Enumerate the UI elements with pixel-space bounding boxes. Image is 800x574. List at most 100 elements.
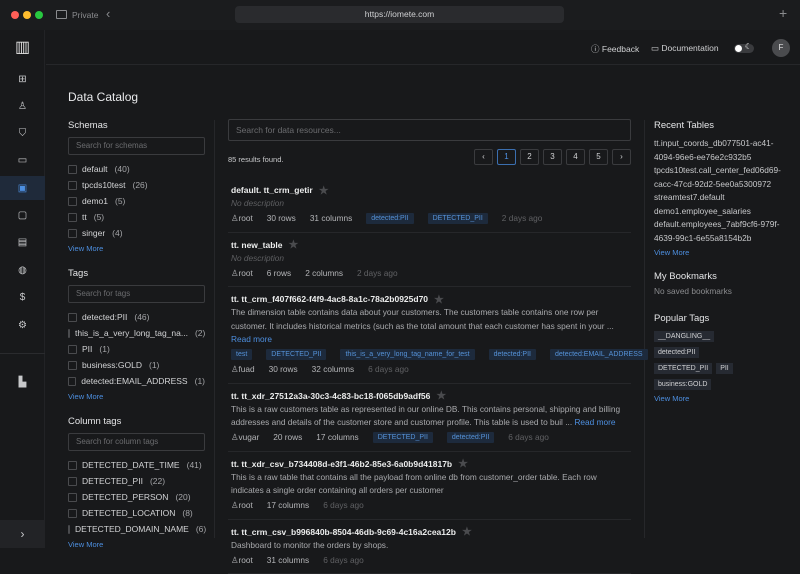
minimize-window-button[interactable] [23, 11, 31, 19]
sidebar-toggle-icon[interactable] [56, 10, 67, 19]
result-title[interactable]: default. tt_crm_getir ★ [231, 183, 628, 197]
column-tag-search-input[interactable]: Search for column tags [68, 433, 205, 451]
documentation-link[interactable]: ▭ Documentation [651, 43, 719, 54]
recent-table-link[interactable]: tt.input_coords_db077501-ac41-4094-96e6-… [654, 137, 794, 164]
checkbox[interactable] [68, 509, 77, 518]
star-icon[interactable]: ★ [462, 525, 472, 538]
result-title[interactable]: tt. new_table ★ [231, 238, 628, 252]
filter-checkbox-item[interactable]: tt(5) [68, 209, 205, 225]
recent-table-link[interactable]: demo1.employee_salaries [654, 205, 794, 219]
tag-search-input[interactable]: Search for tags [68, 285, 205, 303]
result-title[interactable]: tt. tt_xdr_csv_b734408d-e3f1-46b2-85e3-6… [231, 457, 628, 471]
popular-tag[interactable]: __DANGLING__ [654, 331, 714, 342]
recent-table-link[interactable]: default.employees_7abf9cf6-979f-4639-99c… [654, 218, 794, 245]
filter-checkbox-item[interactable]: DETECTED_LOCATION(8) [68, 505, 205, 521]
read-more-link[interactable]: Read more [574, 417, 615, 427]
recent-table-link[interactable]: streamtest7.default [654, 191, 794, 205]
tag-badge[interactable]: detected:EMAIL_ADDRESS [550, 349, 648, 360]
avatar[interactable]: F [772, 39, 790, 57]
checkbox[interactable] [68, 229, 77, 238]
checkbox[interactable] [68, 361, 77, 370]
recent-table-link[interactable]: tpcds10test.call_center_fed06d69-cacc-47… [654, 164, 794, 191]
checkbox[interactable] [68, 165, 77, 174]
filter-checkbox-item[interactable]: DETECTED_PERSON(20) [68, 489, 205, 505]
checkbox[interactable] [68, 493, 77, 502]
expand-sidebar-button[interactable]: › [0, 520, 45, 548]
tag-badge[interactable]: detected:PII [447, 432, 494, 443]
back-icon[interactable]: ‹ [106, 6, 110, 21]
pager-page[interactable]: 4 [566, 149, 585, 165]
filter-checkbox-item[interactable]: DETECTED_DOMAIN_NAME(6) [68, 521, 205, 537]
checkbox[interactable] [68, 329, 70, 338]
result-title-text[interactable]: tt. new_table [231, 240, 282, 250]
user-icon[interactable]: ♙ [0, 94, 45, 118]
star-icon[interactable]: ★ [436, 389, 446, 402]
filter-checkbox-item[interactable]: DETECTED_PII(22) [68, 473, 205, 489]
result-title-text[interactable]: default. tt_crm_getir [231, 185, 313, 195]
filter-checkbox-item[interactable]: detected:PII(46) [68, 309, 205, 325]
filter-checkbox-item[interactable]: demo1(5) [68, 193, 205, 209]
pager-page[interactable]: 3 [543, 149, 562, 165]
feedback-link[interactable]: ⓘ Feedback [591, 43, 639, 55]
pager-next[interactable]: › [612, 149, 631, 165]
result-title-text[interactable]: tt. tt_xdr_csv_b734408d-e3f1-46b2-85e3-6… [231, 459, 452, 469]
star-icon[interactable]: ★ [288, 238, 298, 251]
popular-view-more[interactable]: View More [654, 394, 794, 403]
pager-page[interactable]: 5 [589, 149, 608, 165]
monitor-icon[interactable]: ▭ [0, 148, 45, 172]
checkbox[interactable] [68, 461, 77, 470]
popular-tag[interactable]: detected:PII [654, 347, 699, 358]
read-more-link[interactable]: Read more [231, 334, 272, 344]
shield-icon[interactable]: ⛉ [0, 121, 45, 145]
popular-tag[interactable]: business:GOLD [654, 379, 711, 390]
chart-icon[interactable]: ▙ [0, 370, 45, 394]
schema-search-input[interactable]: Search for schemas [68, 137, 205, 155]
popular-tag[interactable]: PII [716, 363, 733, 374]
settings-icon[interactable]: ⚙ [0, 313, 45, 337]
tag-badge[interactable]: this_is_a_very_long_tag_name_for_test [340, 349, 474, 360]
result-title-text[interactable]: tt. tt_xdr_27512a3a-30c3-4c83-bc18-f065d… [231, 391, 430, 401]
result-title[interactable]: tt. tt_crm_csv_b996840b-8504-46db-9c69-4… [231, 525, 628, 539]
billing-icon[interactable]: $ [0, 285, 45, 309]
filter-checkbox-item[interactable]: this_is_a_very_long_tag_na...(2) [68, 325, 205, 341]
popular-tag[interactable]: DETECTED_PII [654, 363, 712, 374]
star-icon[interactable]: ★ [319, 184, 329, 197]
pager-page[interactable]: 2 [520, 149, 539, 165]
filter-checkbox-item[interactable]: default(40) [68, 161, 205, 177]
filter-checkbox-item[interactable]: business:GOLD(1) [68, 357, 205, 373]
maximize-window-button[interactable] [35, 11, 43, 19]
spark-icon[interactable]: ◍ [0, 258, 45, 282]
checkbox[interactable] [68, 477, 77, 486]
filter-checkbox-item[interactable]: tpcds10test(26) [68, 177, 205, 193]
checkbox[interactable] [68, 181, 77, 190]
result-title-text[interactable]: tt. tt_crm_csv_b996840b-8504-46db-9c69-4… [231, 527, 456, 537]
schemas-view-more[interactable]: View More [68, 244, 205, 253]
filter-checkbox-item[interactable]: DETECTED_DATE_TIME(41) [68, 457, 205, 473]
checkbox[interactable] [68, 197, 77, 206]
data-catalog-icon[interactable]: ▣ [0, 176, 45, 200]
result-title[interactable]: tt. tt_crm_f407f662-f4f9-4ac8-8a1c-78a2b… [231, 292, 628, 306]
filter-checkbox-item[interactable]: singer(4) [68, 225, 205, 241]
recent-view-more[interactable]: View More [654, 248, 794, 257]
checkbox[interactable] [68, 345, 77, 354]
editor-icon[interactable]: ▢ [0, 203, 45, 227]
new-tab-icon[interactable]: + [779, 5, 787, 21]
resource-search-input[interactable]: Search for data resources... [228, 119, 631, 141]
checkbox[interactable] [68, 313, 77, 322]
tag-badge[interactable]: DETECTED_PII [428, 213, 488, 224]
tag-badge[interactable]: test [231, 349, 252, 360]
tag-badge[interactable]: detected:PII [366, 213, 413, 224]
tags-view-more[interactable]: View More [68, 392, 205, 401]
tag-badge[interactable]: detected:PII [489, 349, 536, 360]
checkbox[interactable] [68, 213, 77, 222]
star-icon[interactable]: ★ [458, 457, 468, 470]
tag-badge[interactable]: DETECTED_PII [373, 432, 433, 443]
dashboard-icon[interactable]: ▤ [0, 230, 45, 254]
theme-toggle[interactable]: ☾ [734, 44, 754, 53]
close-window-button[interactable] [11, 11, 19, 19]
url-bar[interactable]: https://iomete.com [235, 6, 564, 23]
checkbox[interactable] [68, 525, 70, 534]
checkbox[interactable] [68, 377, 76, 386]
filter-checkbox-item[interactable]: detected:EMAIL_ADDRESS(1) [68, 373, 205, 389]
pager-prev[interactable]: ‹ [474, 149, 493, 165]
